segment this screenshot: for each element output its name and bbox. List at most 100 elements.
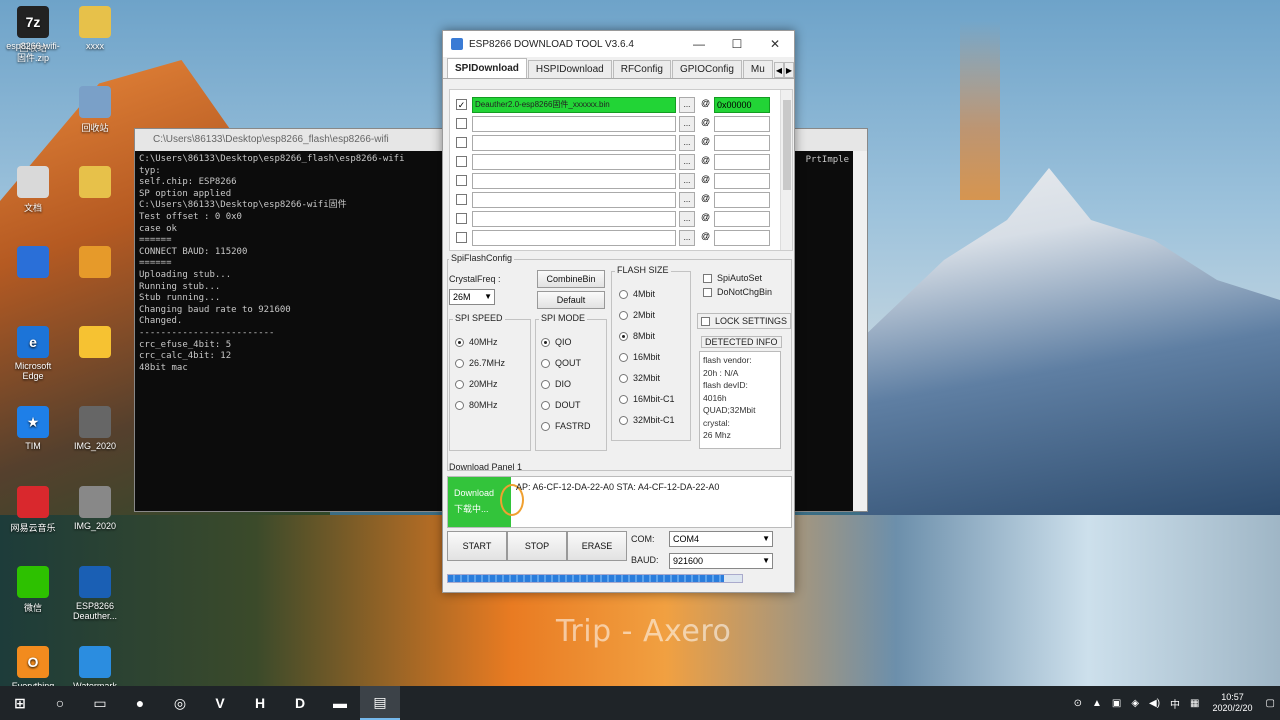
tab-scroll-right-icon[interactable]: ▶ bbox=[784, 62, 794, 78]
desktop-icon[interactable]: IMG_2020 bbox=[62, 406, 128, 451]
firmware-checkbox[interactable] bbox=[456, 137, 467, 148]
desktop-icon[interactable]: ESP8266 Deauther... bbox=[62, 566, 128, 621]
firmware-path-field[interactable] bbox=[472, 192, 676, 208]
desktop-icon[interactable]: IMG_2020 bbox=[62, 486, 128, 531]
firmware-path-field[interactable] bbox=[472, 173, 676, 189]
browse-button[interactable]: ... bbox=[679, 173, 695, 189]
maximize-button[interactable]: ☐ bbox=[718, 37, 756, 51]
baud-rate-select[interactable]: 921600 ▼ bbox=[669, 553, 773, 569]
spi-mode-radio[interactable]: QOUT bbox=[541, 358, 581, 368]
com-port-select[interactable]: COM4 ▼ bbox=[669, 531, 773, 547]
flash-size-radio[interactable]: 8Mbit bbox=[619, 331, 655, 341]
stop-button[interactable]: STOP bbox=[507, 531, 567, 561]
flash-size-radio[interactable]: 32Mbit bbox=[619, 373, 660, 383]
firmware-path-field[interactable] bbox=[472, 116, 676, 132]
netease-music-taskbar-icon[interactable]: ◎ bbox=[160, 686, 200, 720]
console-scrollbar[interactable] bbox=[853, 151, 867, 511]
window-titlebar[interactable]: ESP8266 DOWNLOAD TOOL V3.6.4 — ☐ ✕ bbox=[443, 31, 794, 57]
firmware-path-field[interactable]: Deauther2.0-esp8266固件_xxxxxx.bin bbox=[472, 97, 676, 113]
taskbar-clock[interactable]: 10:57 2020/2/20 bbox=[1213, 692, 1253, 714]
firefox-icon[interactable]: ● bbox=[120, 686, 160, 720]
esp-download-tool-icon[interactable]: ▤ bbox=[360, 686, 400, 720]
tab-rfconfig[interactable]: RFConfig bbox=[612, 60, 671, 78]
flash-address-field[interactable]: 0x00000 bbox=[714, 97, 770, 113]
firmware-checkbox[interactable] bbox=[456, 232, 467, 243]
combine-bin-button[interactable]: CombineBin bbox=[537, 270, 605, 288]
firmware-path-field[interactable] bbox=[472, 211, 676, 227]
search-icon[interactable]: ○ bbox=[40, 686, 80, 720]
desktop-icon[interactable]: 网易云音乐 bbox=[0, 486, 66, 534]
firmware-path-field[interactable] bbox=[472, 154, 676, 170]
vim-icon[interactable]: V bbox=[200, 686, 240, 720]
desktop-icon[interactable]: 回收站 bbox=[62, 86, 128, 134]
firmware-path-field[interactable] bbox=[472, 230, 676, 246]
browse-button[interactable]: ... bbox=[679, 135, 695, 151]
tray-icon[interactable]: ▲ bbox=[1092, 698, 1102, 709]
file-explorer-icon[interactable]: ▬ bbox=[320, 686, 360, 720]
spi-auto-set-checkbox[interactable]: SpiAutoSet bbox=[703, 273, 762, 283]
erase-button[interactable]: ERASE bbox=[567, 531, 627, 561]
esp8266-download-tool-window[interactable]: ESP8266 DOWNLOAD TOOL V3.6.4 — ☐ ✕ SPIDo… bbox=[442, 30, 795, 593]
firmware-checkbox[interactable] bbox=[456, 156, 467, 167]
desktop-icon[interactable]: e Microsoft Edge bbox=[0, 326, 66, 381]
desktop-icon[interactable]: 7z esp8266-wifi- 固件.zip bbox=[0, 6, 66, 64]
close-button[interactable]: ✕ bbox=[756, 37, 794, 51]
tray-icon[interactable]: 中 bbox=[1170, 696, 1180, 711]
tray-icon[interactable]: ◈ bbox=[1131, 698, 1139, 709]
browse-button[interactable]: ... bbox=[679, 97, 695, 113]
flash-size-radio[interactable]: 16Mbit bbox=[619, 352, 660, 362]
flash-address-field[interactable] bbox=[714, 116, 770, 132]
task-view-icon[interactable]: ▭ bbox=[80, 686, 120, 720]
desktop-icon[interactable] bbox=[0, 246, 66, 281]
do-not-chg-bin-checkbox[interactable]: DoNotChgBin bbox=[703, 287, 772, 297]
notification-icon[interactable]: ▢ bbox=[1266, 698, 1275, 709]
db-app-icon[interactable]: D bbox=[280, 686, 320, 720]
flash-size-radio[interactable]: 2Mbit bbox=[619, 310, 655, 320]
lock-settings-checkbox[interactable]: LOCK SETTINGS bbox=[697, 313, 791, 329]
desktop-icon[interactable]: 微信 bbox=[0, 566, 66, 614]
desktop-icon[interactable]: ★ TIM bbox=[0, 406, 66, 451]
desktop-icon[interactable]: 文档 bbox=[0, 166, 66, 214]
flash-address-field[interactable] bbox=[714, 211, 770, 227]
desktop-icon[interactable]: OEverything bbox=[0, 646, 66, 691]
flash-size-radio[interactable]: 32Mbit-C1 bbox=[619, 415, 675, 425]
desktop-icon[interactable] bbox=[62, 246, 128, 281]
firmware-checkbox[interactable] bbox=[456, 118, 467, 129]
browse-button[interactable]: ... bbox=[679, 116, 695, 132]
default-button[interactable]: Default bbox=[537, 291, 605, 309]
flash-address-field[interactable] bbox=[714, 192, 770, 208]
tray-icon[interactable]: ▦ bbox=[1190, 698, 1199, 709]
desktop-icon[interactable] bbox=[62, 326, 128, 361]
flash-address-field[interactable] bbox=[714, 154, 770, 170]
spi-mode-radio[interactable]: FASTRD bbox=[541, 421, 591, 431]
firmware-checkbox[interactable] bbox=[456, 175, 467, 186]
minimize-button[interactable]: — bbox=[680, 37, 718, 51]
spi-speed-radio[interactable]: 40MHz bbox=[455, 337, 498, 347]
tray-icon[interactable]: ⊙ bbox=[1074, 698, 1082, 709]
desktop-icon[interactable]: xxxx bbox=[62, 6, 128, 51]
firmware-path-field[interactable] bbox=[472, 135, 676, 151]
flash-size-radio[interactable]: 4Mbit bbox=[619, 289, 655, 299]
spi-mode-radio[interactable]: DOUT bbox=[541, 400, 581, 410]
desktop-icon[interactable] bbox=[62, 166, 128, 201]
flash-address-field[interactable] bbox=[714, 135, 770, 151]
tab-multi[interactable]: Mu bbox=[742, 60, 773, 78]
flash-address-field[interactable] bbox=[714, 230, 770, 246]
spi-speed-radio[interactable]: 26.7MHz bbox=[455, 358, 505, 368]
tab-spidownload[interactable]: SPIDownload bbox=[447, 58, 527, 78]
firmware-checkbox[interactable] bbox=[456, 194, 467, 205]
spi-speed-radio[interactable]: 80MHz bbox=[455, 400, 498, 410]
spi-mode-radio[interactable]: DIO bbox=[541, 379, 571, 389]
firmware-checkbox[interactable] bbox=[456, 213, 467, 224]
tab-scroll-left-icon[interactable]: ◀ bbox=[774, 62, 784, 78]
spi-mode-radio[interactable]: QIO bbox=[541, 337, 572, 347]
start-button[interactable]: START bbox=[447, 531, 507, 561]
flash-size-radio[interactable]: 16Mbit-C1 bbox=[619, 394, 675, 404]
flash-address-field[interactable] bbox=[714, 173, 770, 189]
browse-button[interactable]: ... bbox=[679, 192, 695, 208]
tray-icon[interactable]: ◀) bbox=[1149, 698, 1160, 709]
firmware-checkbox[interactable]: ✓ bbox=[456, 99, 467, 110]
h-app-icon[interactable]: H bbox=[240, 686, 280, 720]
windows-start-icon[interactable]: ⊞ bbox=[0, 686, 40, 720]
browse-button[interactable]: ... bbox=[679, 211, 695, 227]
